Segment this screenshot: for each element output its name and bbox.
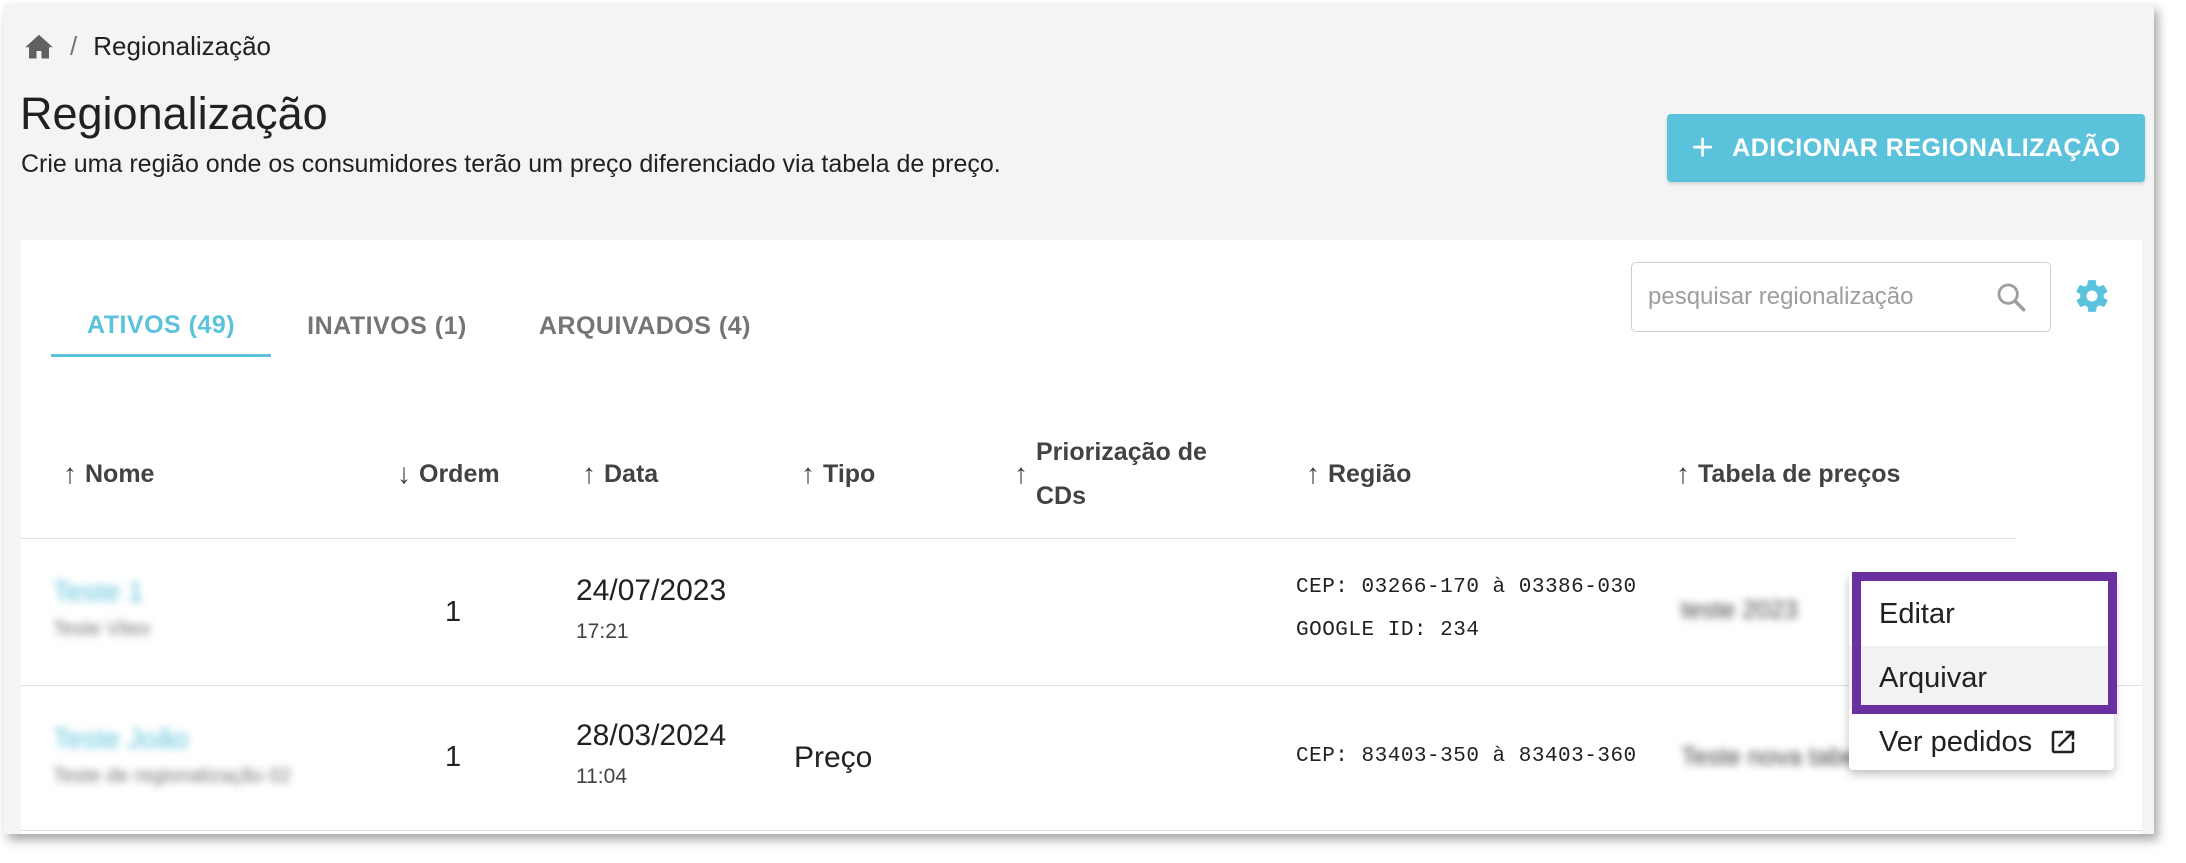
search-placeholder: pesquisar regionalização	[1648, 283, 1914, 310]
row-order: 1	[445, 596, 462, 628]
sort-desc-icon: ↓	[397, 458, 411, 489]
page-title: Regionalização	[20, 88, 328, 139]
row-price-table: teste 2023	[1681, 596, 1798, 624]
column-label: Data	[604, 459, 659, 488]
add-regionalization-button[interactable]: + ADICIONAR REGIONALIZAÇÃO	[1667, 114, 2145, 182]
row-region-cell: CEP: 83403-350 à 83403-360	[1296, 745, 1637, 768]
tab-inativos[interactable]: INATIVOS (1)	[271, 296, 503, 356]
column-header-tipo[interactable]: ↑ Tipo	[801, 410, 875, 538]
plus-icon: +	[1691, 127, 1715, 169]
table-row[interactable]: Teste 1 Teste Vitex 1 24/07/2023 17:21 C…	[21, 538, 2142, 686]
column-label-line: Priorização de	[1036, 438, 1207, 466]
external-link-icon	[2048, 727, 2078, 757]
tabs: ATIVOS (49) INATIVOS (1) ARQUIVADOS (4)	[51, 296, 787, 357]
row-order: 1	[445, 741, 462, 773]
row-name-cell[interactable]: Teste 1 Teste Vitex	[53, 576, 150, 641]
search-icon[interactable]	[1994, 280, 2028, 314]
gear-icon[interactable]	[2073, 277, 2111, 320]
column-header-tabela-precos[interactable]: ↑ Tabela de preços	[1676, 410, 1900, 538]
sort-asc-icon: ↑	[801, 458, 815, 489]
row-region-google-id: GOOGLE ID: 234	[1296, 619, 1480, 642]
add-button-label: ADICIONAR REGIONALIZAÇÃO	[1732, 133, 2121, 162]
sort-asc-icon: ↑	[1014, 458, 1028, 489]
search-input[interactable]: pesquisar regionalização	[1631, 262, 2051, 332]
column-header-data[interactable]: ↑ Data	[582, 410, 658, 538]
sort-asc-icon: ↑	[1306, 458, 1320, 489]
tab-ativos[interactable]: ATIVOS (49)	[51, 296, 272, 357]
row-region-cep: CEP: 83403-350 à 83403-360	[1296, 745, 1637, 768]
home-icon[interactable]	[24, 32, 54, 60]
column-label: Região	[1328, 459, 1412, 488]
row-time: 17:21	[576, 620, 629, 643]
row-name[interactable]: Teste 1	[53, 576, 150, 608]
column-header-ordem[interactable]: ↓ Ordem	[397, 410, 500, 538]
row-date-cell: 24/07/2023 17:21	[576, 574, 726, 644]
row-date-cell: 28/03/2024 11:04	[576, 719, 726, 789]
column-header-regiao[interactable]: ↑ Região	[1306, 410, 1411, 538]
highlight-box	[1852, 572, 2117, 714]
sort-asc-icon: ↑	[63, 458, 77, 489]
row-date: 24/07/2023	[576, 574, 727, 607]
column-label: Nome	[85, 459, 155, 488]
app-frame: / Regionalização Regionalização Crie uma…	[4, 4, 2154, 834]
row-name-cell[interactable]: Teste João Teste de regionalização 02	[53, 723, 291, 788]
content-card: ATIVOS (49) INATIVOS (1) ARQUIVADOS (4) …	[21, 240, 2142, 834]
row-price-table: Teste nova tabela	[1681, 743, 1877, 771]
column-header-priorizacao[interactable]: ↑ Priorização de CDs	[1014, 410, 1207, 538]
row-description: Teste de regionalização 02	[53, 765, 291, 787]
row-description: Teste Vitex	[53, 618, 151, 640]
row-region-cep: CEP: 03266-170 à 03386-030	[1296, 576, 1637, 599]
column-label-line: CDs	[1036, 482, 1087, 510]
breadcrumb: / Regionalização	[24, 26, 271, 66]
column-label: Ordem	[419, 459, 500, 488]
column-label: Tipo	[823, 459, 876, 488]
table-row[interactable]: Teste João Teste de regionalização 02 1 …	[21, 685, 2142, 831]
row-region-cell: CEP: 03266-170 à 03386-030 GOOGLE ID: 23…	[1296, 576, 1637, 642]
breadcrumb-current: Regionalização	[93, 30, 272, 61]
row-date: 28/03/2024	[576, 719, 727, 752]
row-name[interactable]: Teste João	[53, 723, 291, 755]
row-time: 11:04	[576, 765, 627, 788]
row-type: Preço	[794, 741, 873, 774]
column-label-multiline: Priorização de CDs	[1036, 430, 1207, 518]
sort-asc-icon: ↑	[1676, 458, 1690, 489]
page-subtitle: Crie uma região onde os consumidores ter…	[21, 150, 1001, 178]
sort-asc-icon: ↑	[582, 458, 596, 489]
menu-item-ver-pedidos[interactable]: Ver pedidos	[1849, 710, 2114, 774]
tab-arquivados[interactable]: ARQUIVADOS (4)	[503, 296, 787, 356]
menu-item-label: Ver pedidos	[1879, 725, 2033, 758]
breadcrumb-separator: /	[70, 30, 78, 61]
column-header-nome[interactable]: ↑ Nome	[63, 410, 154, 538]
table-header: ↑ Nome ↓ Ordem ↑ Data ↑ Tipo ↑ Priorizaç…	[21, 410, 2016, 539]
column-label: Tabela de preços	[1698, 459, 1901, 488]
